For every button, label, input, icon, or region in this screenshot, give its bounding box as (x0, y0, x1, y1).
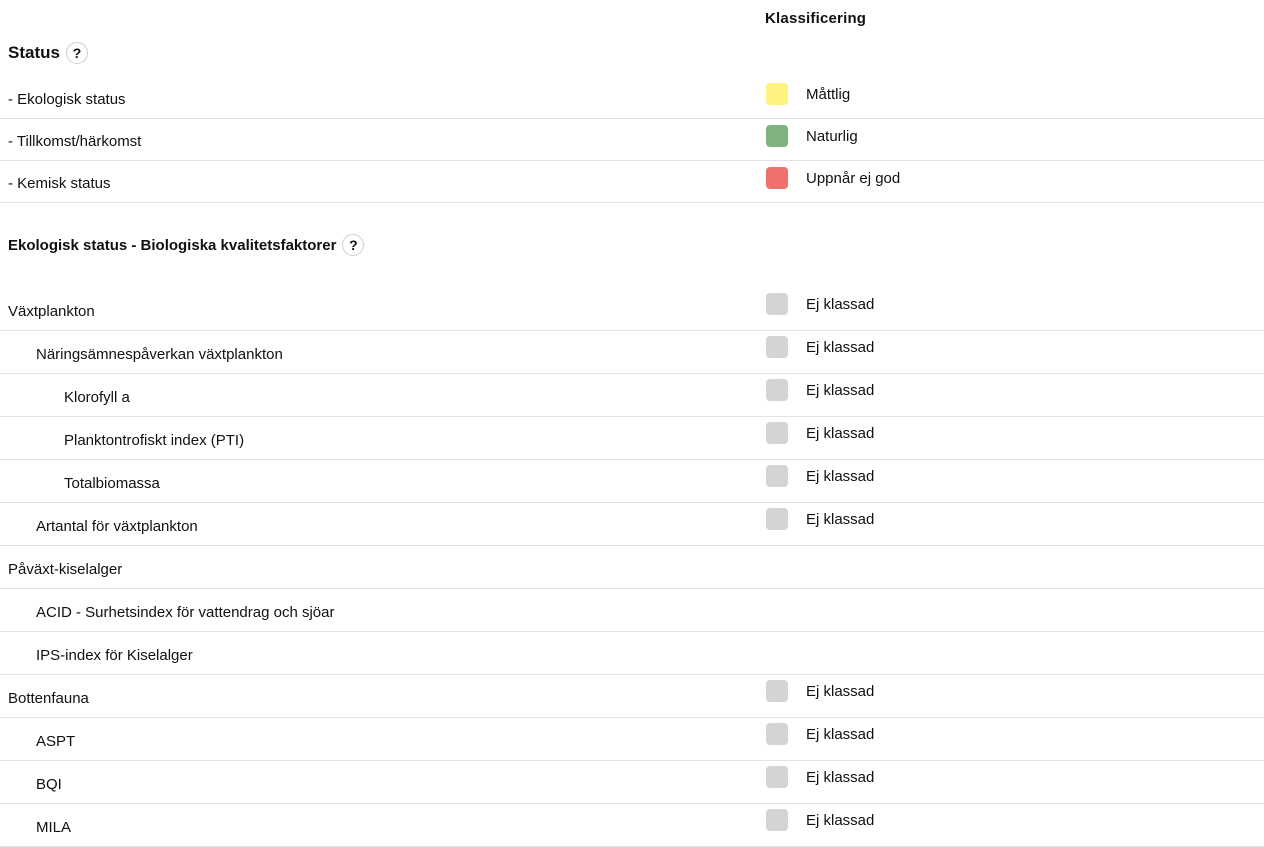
classification-color-swatch (766, 508, 788, 530)
classification-cell: Ej klassad (766, 465, 874, 487)
classification-color-swatch (766, 379, 788, 401)
classification-value: Ej klassad (806, 338, 875, 356)
classification-color-swatch (766, 293, 788, 315)
row-label: - Ekologisk status (8, 91, 126, 108)
classification-value: Ej klassad (806, 811, 875, 829)
classification-color-swatch (766, 336, 788, 358)
row-label: MILA (36, 819, 72, 836)
classification-color-swatch (766, 125, 788, 147)
classification-color-swatch (766, 809, 788, 831)
classification-value: Ej klassad (806, 381, 875, 399)
row-label: - Tillkomst/härkomst (8, 133, 142, 150)
classification-value: Naturlig (806, 127, 858, 145)
status-row: Växtplankton Ej klassad (0, 288, 1264, 331)
status-section-title: Status ? (8, 42, 88, 64)
classification-value: Måttlig (806, 85, 851, 103)
classification-value: Ej klassad (806, 424, 875, 442)
status-row: - Ekologisk status Måttlig (0, 77, 1264, 119)
classification-value: Ej klassad (806, 510, 875, 528)
classification-value: Ej klassad (806, 295, 875, 313)
row-label: ACID - Surhetsindex för vattendrag och s… (36, 604, 335, 621)
status-row: MILA Ej klassad (0, 804, 1264, 847)
classification-cell: Uppnår ej god (766, 167, 900, 189)
classification-color-swatch (766, 167, 788, 189)
water-status-panel: Klassificering Status ? - Ekologisk stat… (0, 0, 1264, 847)
row-label: Växtplankton (8, 303, 95, 320)
row-label: ASPT (36, 733, 76, 750)
classification-cell: Måttlig (766, 83, 850, 105)
classification-value: Ej klassad (806, 725, 875, 743)
status-row: Näringsämnespåverkan växtplankton Ej klas… (0, 331, 1264, 374)
classification-color-swatch (766, 465, 788, 487)
status-row: ACID - Surhetsindex för vattendrag och s… (0, 589, 1264, 632)
status-row: Klorofyll a Ej klassad (0, 374, 1264, 417)
classification-value: Ej klassad (806, 467, 875, 485)
classification-cell: Ej klassad (766, 809, 874, 831)
status-row: BQI Ej klassad (0, 761, 1264, 804)
classification-value: Ej klassad (806, 768, 875, 786)
row-label: Planktontrofiskt index (PTI) (64, 432, 245, 449)
row-label: Näringsämnespåverkan växtplankton (36, 346, 283, 363)
row-label: IPS-index för Kiselalger (36, 647, 193, 664)
classification-cell: Ej klassad (766, 293, 874, 315)
classification-cell: Ej klassad (766, 422, 874, 444)
classification-cell: Naturlig (766, 125, 858, 147)
row-label: Klorofyll a (64, 389, 130, 406)
status-row: - Tillkomst/härkomst Naturlig (0, 119, 1264, 161)
classification-color-swatch (766, 723, 788, 745)
status-row: IPS-index för Kiselalger (0, 632, 1264, 675)
classification-color-swatch (766, 680, 788, 702)
eko-section-title: Ekologisk status - Biologiska kvalitetsf… (8, 234, 365, 256)
eko-rows: Växtplankton Ej klassad Näringsämnespåverk… (0, 288, 1264, 847)
status-row: ASPT Ej klassad (0, 718, 1264, 761)
status-row: Artantal för växtplankton Ej klassad (0, 503, 1264, 546)
eko-title-text: Ekologisk status - Biologiska kvalitetsf… (8, 236, 337, 254)
eko-help-icon[interactable]: ? (342, 234, 365, 256)
classification-value: Uppnår ej god (806, 169, 901, 187)
row-label: Bottenfauna (8, 690, 89, 707)
status-help-icon[interactable]: ? (65, 42, 88, 64)
row-label: BQI (36, 776, 62, 793)
classification-cell: Ej klassad (766, 766, 874, 788)
classification-value: Ej klassad (806, 682, 875, 700)
status-row: Planktontrofiskt index (PTI) Ej klassad (0, 417, 1264, 460)
row-label: Artantal för växtplankton (36, 518, 198, 535)
classification-color-swatch (766, 766, 788, 788)
row-label: Påväxt-kiselalger (8, 561, 123, 578)
classification-cell: Ej klassad (766, 680, 874, 702)
status-title-text: Status (8, 43, 60, 62)
classification-cell: Ej klassad (766, 508, 874, 530)
status-rows: - Ekologisk status Måttlig - Tillkomst/här… (0, 77, 1264, 203)
status-row: - Kemisk status Uppnår ej god (0, 161, 1264, 203)
row-label: - Kemisk status (8, 175, 111, 192)
status-row: Bottenfauna Ej klassad (0, 675, 1264, 718)
classification-cell: Ej klassad (766, 723, 874, 745)
row-label: Totalbiomassa (64, 475, 160, 492)
classification-column-header: Klassificering (765, 10, 867, 27)
classification-cell: Ej klassad (766, 379, 874, 401)
classification-cell: Ej klassad (766, 336, 874, 358)
status-row: Totalbiomassa Ej klassad (0, 460, 1264, 503)
status-row: Påväxt-kiselalger (0, 546, 1264, 589)
classification-color-swatch (766, 422, 788, 444)
classification-color-swatch (766, 83, 788, 105)
